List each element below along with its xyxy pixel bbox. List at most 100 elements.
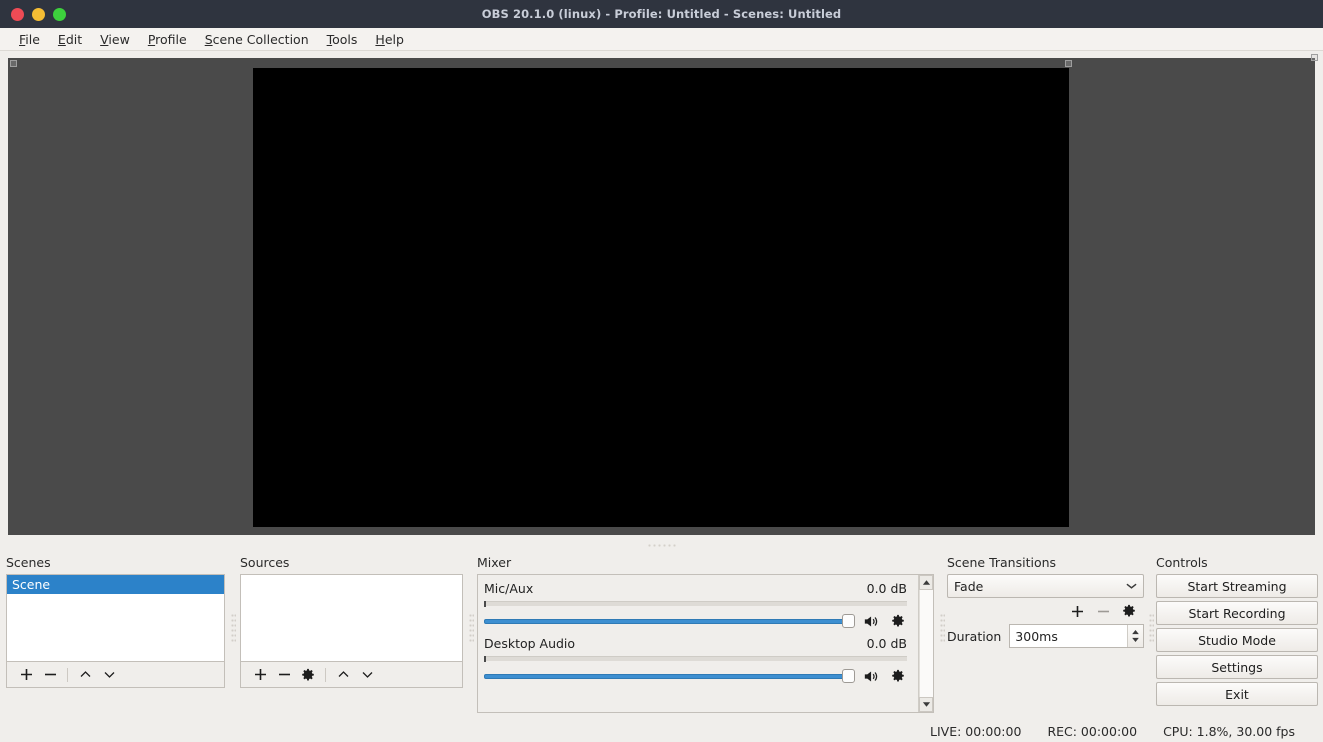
move-source-up-button[interactable] [332, 665, 354, 685]
splitter-grip-icon [647, 544, 677, 547]
scene-transitions-panel: Scene Transitions Fade Duration 300ms [947, 555, 1144, 648]
add-source-button[interactable] [249, 665, 271, 685]
speaker-on-icon [863, 614, 880, 629]
mixer-channel-controls [484, 667, 907, 685]
move-up-icon [78, 667, 93, 682]
add-icon [19, 667, 34, 682]
mixer-volume-slider[interactable] [484, 614, 855, 628]
add-scene-button[interactable] [15, 665, 37, 685]
add-transition-button[interactable] [1066, 601, 1088, 621]
title-bar: OBS 20.1.0 (linux) - Profile: Untitled -… [0, 0, 1323, 28]
preview-handle-top-left[interactable] [10, 60, 17, 67]
menu-file[interactable]: File [10, 30, 49, 49]
menu-scene-collection[interactable]: Scene Collection [196, 30, 318, 49]
studio-mode-button[interactable]: Studio Mode [1156, 628, 1318, 652]
transitions-controls-grip[interactable] [1149, 613, 1154, 643]
move-down-icon [102, 667, 117, 682]
mixer-title: Mixer [477, 555, 934, 570]
mixer-channel-level: 0.0 dB [867, 636, 907, 651]
scene-transitions-title: Scene Transitions [947, 555, 1144, 570]
sources-list[interactable] [240, 574, 463, 662]
slider-knob[interactable] [842, 669, 855, 683]
duration-value[interactable]: 300ms [1015, 629, 1127, 644]
remove-scene-button[interactable] [39, 665, 61, 685]
mixer-panel: Mixer Mic/Aux 0.0 dB [477, 555, 934, 713]
mixer-channel-header: Mic/Aux 0.0 dB [484, 581, 907, 596]
move-scene-up-button[interactable] [74, 665, 96, 685]
add-icon [253, 667, 268, 682]
close-window-button[interactable] [11, 8, 24, 21]
mixer-channel: Desktop Audio 0.0 dB [478, 630, 933, 685]
sources-title: Sources [240, 555, 463, 570]
scenes-sources-grip[interactable] [231, 613, 236, 643]
mixer-channel-header: Desktop Audio 0.0 dB [484, 636, 907, 651]
slider-track [484, 619, 855, 624]
transition-selected-value: Fade [954, 579, 983, 594]
sources-toolbar [240, 662, 463, 688]
start-streaming-button[interactable]: Start Streaming [1156, 574, 1318, 598]
source-properties-button[interactable] [297, 665, 319, 685]
properties-gear-icon [891, 614, 905, 628]
maximize-window-button[interactable] [53, 8, 66, 21]
move-source-down-button[interactable] [356, 665, 378, 685]
preview-handle-top-right[interactable] [1065, 60, 1072, 67]
scroll-down-button[interactable] [919, 697, 933, 712]
duration-spin-buttons[interactable] [1127, 625, 1143, 647]
sources-mixer-grip[interactable] [469, 613, 474, 643]
mixer-list: Mic/Aux 0.0 dB [477, 574, 934, 713]
menu-help[interactable]: Help [366, 30, 413, 49]
toolbar-separator [325, 668, 326, 682]
transition-select[interactable]: Fade [947, 574, 1144, 598]
scenes-panel: Scenes Scene [6, 555, 225, 688]
mute-toggle-button[interactable] [862, 667, 881, 685]
chevron-down-icon [1126, 582, 1137, 590]
move-scene-down-button[interactable] [98, 665, 120, 685]
preview-dock-splitter[interactable] [0, 540, 1323, 551]
exit-button[interactable]: Exit [1156, 682, 1318, 706]
remove-icon [1096, 604, 1111, 619]
mixer-transitions-grip[interactable] [940, 613, 945, 643]
sources-panel: Sources [240, 555, 463, 688]
preview-canvas[interactable] [253, 68, 1069, 527]
preview-handle-bottom-right[interactable] [1311, 54, 1318, 61]
menu-tools[interactable]: Tools [318, 30, 367, 49]
scenes-title: Scenes [6, 555, 225, 570]
mixer-channel-controls [484, 612, 907, 630]
status-cpu-fps: CPU: 1.8%, 30.00 fps [1163, 724, 1295, 739]
slider-knob[interactable] [842, 614, 855, 628]
remove-transition-button[interactable] [1092, 601, 1114, 621]
scenes-list[interactable]: Scene [6, 574, 225, 662]
chevron-down-icon [922, 701, 931, 708]
remove-icon [43, 667, 58, 682]
settings-button[interactable]: Settings [1156, 655, 1318, 679]
scrollbar-track[interactable] [919, 590, 933, 697]
add-icon [1070, 604, 1085, 619]
scene-list-item[interactable]: Scene [7, 575, 224, 594]
duration-label: Duration [947, 629, 1001, 644]
mute-toggle-button[interactable] [862, 612, 881, 630]
start-recording-button[interactable]: Start Recording [1156, 601, 1318, 625]
controls-title: Controls [1156, 555, 1318, 570]
remove-source-button[interactable] [273, 665, 295, 685]
scenes-toolbar [6, 662, 225, 688]
minimize-window-button[interactable] [32, 8, 45, 21]
transition-duration-row: Duration 300ms [947, 624, 1144, 648]
mixer-channel-name: Mic/Aux [484, 581, 533, 596]
spin-down-icon [1131, 637, 1140, 642]
transition-properties-button[interactable] [1118, 601, 1140, 621]
scroll-up-button[interactable] [919, 575, 933, 590]
mixer-volume-meter [484, 656, 907, 661]
move-up-icon [336, 667, 351, 682]
chevron-up-icon [922, 579, 931, 586]
channel-properties-button[interactable] [888, 612, 907, 630]
status-rec-timer: REC: 00:00:00 [1047, 724, 1137, 739]
preview-area[interactable] [8, 58, 1315, 535]
menu-view[interactable]: View [91, 30, 139, 49]
menu-edit[interactable]: Edit [49, 30, 91, 49]
channel-properties-button[interactable] [888, 667, 907, 685]
mixer-volume-slider[interactable] [484, 669, 855, 683]
toolbar-separator [67, 668, 68, 682]
mixer-scrollbar[interactable] [918, 575, 933, 712]
duration-stepper[interactable]: 300ms [1009, 624, 1144, 648]
menu-profile[interactable]: Profile [139, 30, 196, 49]
